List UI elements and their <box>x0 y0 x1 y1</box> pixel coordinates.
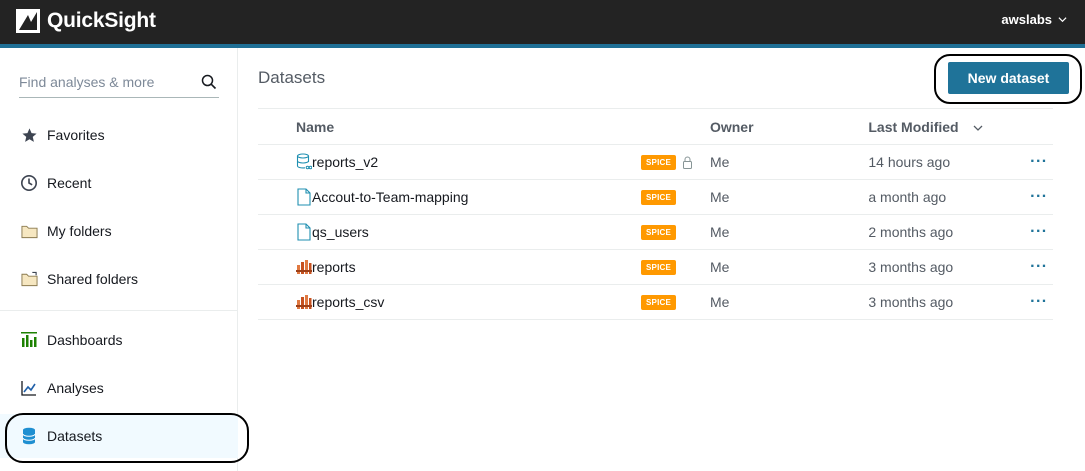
table-row[interactable]: Accout-to-Team-mapping SPICE Me a month … <box>258 179 1053 215</box>
sidebar-item-label: Favorites <box>47 127 105 143</box>
spice-badge: SPICE <box>641 295 677 311</box>
sidebar-item-label: Analyses <box>47 380 104 396</box>
dashboard-icon <box>20 331 38 349</box>
athena-icon <box>296 260 312 274</box>
datasets-table: Name Owner Last Modified reports_v2 SPIC… <box>258 108 1053 320</box>
dataset-last-modified: a month ago <box>868 179 1031 215</box>
more-actions-icon[interactable]: ··· <box>1030 293 1047 310</box>
column-header-name[interactable]: Name <box>258 108 642 145</box>
datasets-highlight-ring <box>5 413 249 463</box>
sidebar-item-analyses[interactable]: Analyses <box>0 366 238 410</box>
more-actions-icon[interactable]: ··· <box>1030 258 1047 275</box>
more-actions-icon[interactable]: ··· <box>1030 223 1047 240</box>
search-input[interactable] <box>19 68 194 96</box>
sidebar-item-label: My folders <box>47 223 112 239</box>
star-icon <box>20 126 38 144</box>
sidebar-item-recent[interactable]: Recent <box>0 161 238 205</box>
chevron-down-icon <box>1058 17 1067 23</box>
dataset-owner: Me <box>709 214 869 250</box>
sidebar-item-label: Recent <box>47 175 92 191</box>
search-icon[interactable] <box>201 74 217 90</box>
lock-icon <box>683 156 693 170</box>
new-dataset-button[interactable]: New dataset <box>948 62 1069 94</box>
dataset-owner: Me <box>709 284 869 320</box>
more-actions-icon[interactable]: ··· <box>1030 188 1047 205</box>
sidebar-item-favorites[interactable]: Favorites <box>0 113 238 157</box>
table-header-row: Name Owner Last Modified <box>258 108 1053 145</box>
dataset-last-modified: 14 hours ago <box>868 144 1031 180</box>
column-header-last-modified[interactable]: Last Modified <box>868 108 1031 145</box>
more-actions-icon[interactable]: ··· <box>1030 153 1047 170</box>
dataset-owner: Me <box>709 249 869 285</box>
table-row[interactable]: reports_csv SPICE Me 3 months ago ··· <box>258 284 1053 320</box>
clock-icon <box>20 174 38 192</box>
dataset-name[interactable]: reports_csv <box>312 284 642 320</box>
dataset-name[interactable]: reports <box>312 249 642 285</box>
spice-badge: SPICE <box>641 225 677 241</box>
dataset-name[interactable]: reports_v2 <box>312 144 642 180</box>
dataset-last-modified: 3 months ago <box>868 249 1031 285</box>
table-row[interactable]: qs_users SPICE Me 2 months ago ··· <box>258 214 1053 250</box>
dataset-name[interactable]: qs_users <box>312 214 642 250</box>
analysis-icon <box>20 379 38 397</box>
sidebar-item-shared-folders[interactable]: Shared folders <box>0 257 238 301</box>
table-row[interactable]: reports_v2 SPICE Me 14 hours ago ··· <box>258 144 1053 180</box>
search-box <box>19 68 219 98</box>
sidebar: Favorites Recent My folders Shared folde… <box>0 48 238 471</box>
spice-badge: SPICE <box>641 155 677 171</box>
sidebar-item-label: Shared folders <box>47 271 139 287</box>
folder-icon <box>20 222 38 240</box>
spice-badge: SPICE <box>641 190 677 206</box>
account-menu[interactable]: awslabs <box>1001 12 1067 27</box>
column-header-last-modified-label: Last Modified <box>868 118 959 135</box>
sidebar-item-my-folders[interactable]: My folders <box>0 209 238 253</box>
shared-folder-icon <box>20 270 38 288</box>
dataset-owner: Me <box>709 179 869 215</box>
sidebar-item-dashboards[interactable]: Dashboards <box>0 318 238 362</box>
column-header-actions <box>1030 108 1053 145</box>
dataset-last-modified: 2 months ago <box>868 214 1031 250</box>
table-row[interactable]: reports SPICE Me 3 months ago ··· <box>258 249 1053 285</box>
spice-badge: SPICE <box>641 260 677 276</box>
quicksight-logo[interactable]: QuickSight <box>16 7 156 35</box>
page-title: Datasets <box>258 68 326 87</box>
column-header-spacer <box>641 108 710 145</box>
dataset-last-modified: 3 months ago <box>868 284 1031 320</box>
top-navigation-bar: QuickSight awslabs <box>0 0 1085 44</box>
sidebar-item-label: Dashboards <box>47 332 123 348</box>
file-icon <box>297 223 311 241</box>
column-header-owner[interactable]: Owner <box>709 108 869 145</box>
dataset-name[interactable]: Accout-to-Team-mapping <box>312 179 642 215</box>
quicksight-logo-icon <box>16 9 40 33</box>
app-name: QuickSight <box>47 9 156 32</box>
sidebar-divider <box>0 310 238 311</box>
database-icon <box>296 153 312 170</box>
sort-chevron-down-icon[interactable] <box>973 124 983 132</box>
file-icon <box>297 188 311 206</box>
athena-icon <box>296 295 312 309</box>
dataset-owner: Me <box>709 144 869 180</box>
account-name: awslabs <box>1001 12 1052 27</box>
